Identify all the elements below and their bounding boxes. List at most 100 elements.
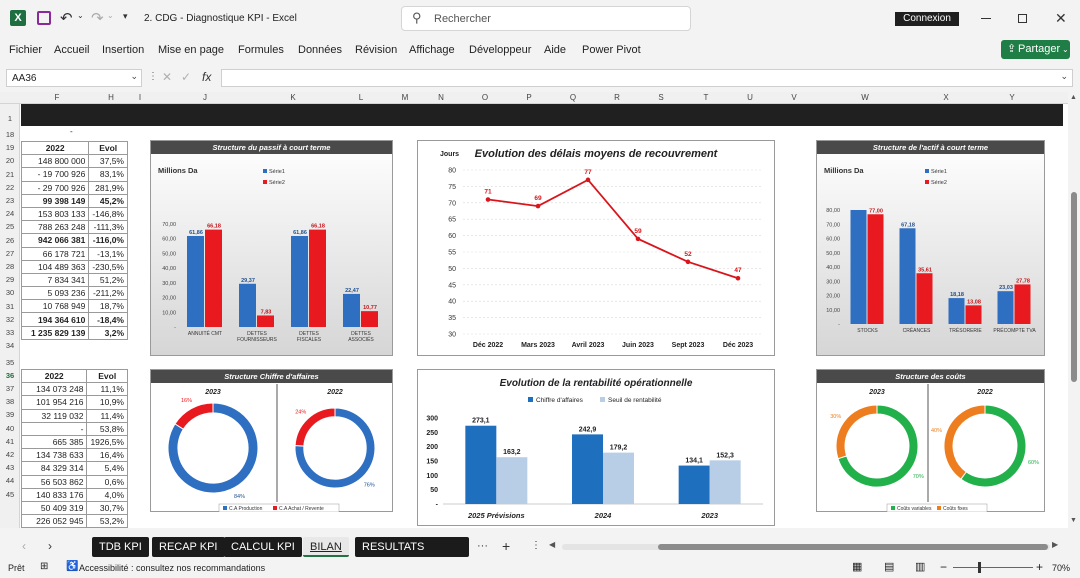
row-header[interactable]: 39 <box>0 410 20 419</box>
row-header[interactable]: 32 <box>0 315 20 324</box>
accessibility-icon[interactable]: ♿ <box>66 561 78 572</box>
page-break-icon[interactable]: ▥ <box>915 560 925 573</box>
table-cell[interactable]: 281,9% <box>88 180 128 195</box>
menu-fichier[interactable]: Fichier <box>9 44 42 56</box>
worksheet-grid[interactable]: F H I J K L M N O P Q R S T U V W X Y 11… <box>0 92 1068 528</box>
menu-donnees[interactable]: Données <box>298 44 342 56</box>
row-header[interactable]: 40 <box>0 424 20 433</box>
table-cell[interactable]: 30,7% <box>86 500 128 516</box>
col-header[interactable]: W <box>852 93 878 102</box>
col-header[interactable]: H <box>94 93 128 102</box>
table-cell[interactable]: 665 385 <box>20 434 88 450</box>
chart-couts[interactable]: Structure des coûts 2023 70% 30% 2022 60% 40%… <box>816 369 1045 512</box>
tab-bilan[interactable]: BILAN <box>303 537 349 557</box>
table-cell[interactable]: - <box>20 421 88 436</box>
row-header[interactable]: 45 <box>0 490 20 499</box>
hscroll-left-icon[interactable]: ◀ <box>549 540 555 549</box>
zoom-level[interactable]: 70% <box>1052 563 1070 573</box>
col-header[interactable]: M <box>394 93 416 102</box>
col-header[interactable]: Y <box>999 93 1025 102</box>
menu-accueil[interactable]: Accueil <box>54 44 89 56</box>
search-box[interactable]: ⚲ Rechercher <box>401 6 691 31</box>
table-cell[interactable]: 1 235 829 139 <box>20 325 90 340</box>
row-header[interactable]: 22 <box>0 183 20 192</box>
formula-input[interactable]: ⌄ <box>221 69 1073 87</box>
row-header[interactable]: 20 <box>0 156 20 165</box>
table-cell[interactable]: 83,1% <box>88 167 128 182</box>
row-header[interactable]: 36 <box>0 371 20 380</box>
table-cell[interactable]: 10 768 949 <box>20 299 90 314</box>
sheet-options-icon[interactable]: ⋮ <box>531 540 541 551</box>
row-header[interactable]: 25 <box>0 222 20 231</box>
customize-toolbar-icon[interactable]: ▾ <box>123 11 128 22</box>
col-header[interactable]: V <box>783 93 805 102</box>
horizontal-scrollbar[interactable] <box>562 544 1050 550</box>
table-cell[interactable]: 226 052 945 <box>20 514 88 528</box>
row-header[interactable]: 26 <box>0 236 20 245</box>
table-cell[interactable]: 788 263 248 <box>20 220 90 235</box>
table-cell[interactable]: - 29 700 926 <box>20 180 90 195</box>
chart-rentabilite[interactable]: Evolution de la rentabilité opérationnel… <box>417 369 775 526</box>
confirm-entry-icon[interactable]: ✓ <box>181 70 191 84</box>
row-header[interactable]: 24 <box>0 209 20 218</box>
menu-power-pivot[interactable]: Power Pivot <box>582 44 641 56</box>
prev-sheet-icon[interactable]: ‹ <box>22 539 26 553</box>
col-header[interactable]: N <box>430 93 452 102</box>
table-cell[interactable]: 5 093 236 <box>20 286 90 301</box>
table-cell[interactable]: -146,8% <box>88 206 128 222</box>
macro-record-icon[interactable]: ⊞ <box>40 561 48 572</box>
chart-passif[interactable]: Structure du passif à court terme Millio… <box>150 140 393 356</box>
row-header[interactable]: 23 <box>0 196 20 205</box>
table-cell[interactable]: -18,4% <box>88 312 128 327</box>
menu-formules[interactable]: Formules <box>238 44 284 56</box>
table-cell[interactable]: 11,1% <box>86 382 128 397</box>
table-cell[interactable]: -116,0% <box>88 233 128 248</box>
redo-icon[interactable]: ↷ <box>91 9 104 27</box>
table-cell[interactable]: 101 954 216 <box>20 395 88 410</box>
table-cell[interactable]: 84 329 314 <box>20 461 88 476</box>
table-header[interactable]: Evol <box>86 368 128 384</box>
table-cell[interactable]: 134 073 248 <box>20 382 88 397</box>
table-cell[interactable]: 99 398 149 <box>20 193 90 208</box>
more-options-icon[interactable]: ⋮ <box>148 71 158 82</box>
table-cell[interactable]: 0,6% <box>86 474 128 489</box>
table-header[interactable]: 2022 <box>20 140 90 156</box>
row-header[interactable]: 34 <box>0 341 20 350</box>
chart-actif[interactable]: Structure de l'actif à court terme Milli… <box>816 140 1045 356</box>
undo-dropdown-icon[interactable]: ⌄ <box>77 11 84 20</box>
normal-view-icon[interactable]: ▦ <box>852 560 862 573</box>
table-cell[interactable]: 51,2% <box>88 272 128 288</box>
col-header[interactable]: O <box>474 93 496 102</box>
hscroll-thumb[interactable] <box>658 544 1048 550</box>
table-cell[interactable]: 153 803 133 <box>20 206 90 222</box>
menu-aide[interactable]: Aide <box>544 44 566 56</box>
tab-tdb-kpi[interactable]: TDB KPI <box>92 537 149 557</box>
table-cell[interactable]: 1926,5% <box>86 434 128 450</box>
scroll-thumb[interactable] <box>1071 192 1077 382</box>
row-header[interactable]: 42 <box>0 450 20 459</box>
row-header[interactable]: 1 <box>0 114 20 123</box>
accessibility-status[interactable]: Accessibilité : consultez nos recommanda… <box>79 563 265 573</box>
row-header[interactable]: 27 <box>0 249 20 258</box>
table-header[interactable]: Evol <box>88 140 128 156</box>
row-header[interactable]: 30 <box>0 288 20 297</box>
table-cell[interactable]: -111,3% <box>88 220 128 235</box>
table-cell[interactable]: 4,0% <box>86 487 128 502</box>
sign-in-button[interactable]: Connexion <box>895 12 959 26</box>
table-cell[interactable]: 56 503 862 <box>20 474 88 489</box>
menu-revision[interactable]: Révision <box>355 44 397 56</box>
menu-developpeur[interactable]: Développeur <box>469 44 531 56</box>
close-icon[interactable]: ✕ <box>1055 10 1067 27</box>
table-cell[interactable]: 942 066 381 <box>20 233 90 248</box>
table-cell[interactable]: 66 178 721 <box>20 246 90 261</box>
table-cell[interactable]: 134 738 633 <box>20 448 88 463</box>
table-cell[interactable]: 140 833 176 <box>20 487 88 502</box>
col-header[interactable]: K <box>268 93 318 102</box>
row-header[interactable]: 35 <box>0 358 20 367</box>
tab-calcul-kpi[interactable]: CALCUL KPI <box>224 537 302 557</box>
table-cell[interactable]: 50 409 319 <box>20 500 88 516</box>
share-button[interactable]: ⇪ Partager ⌄ <box>1001 40 1070 59</box>
table-cell[interactable]: 45,2% <box>88 193 128 208</box>
table-cell[interactable]: - 19 700 926 <box>20 167 90 182</box>
table-cell[interactable]: -211,2% <box>88 286 128 301</box>
